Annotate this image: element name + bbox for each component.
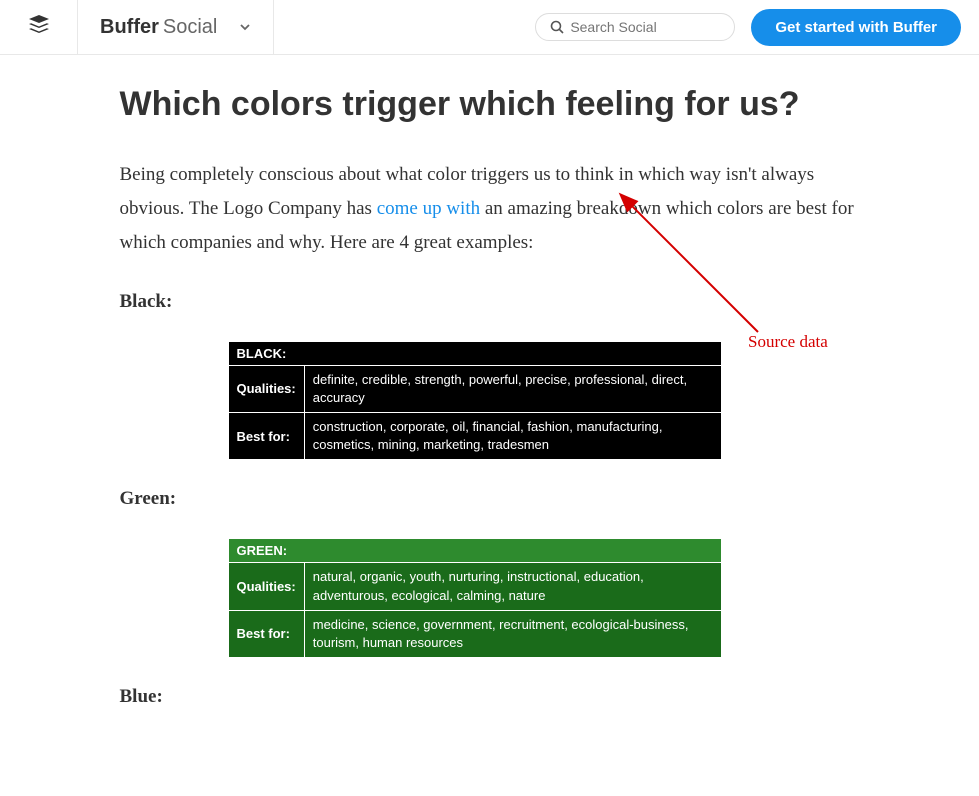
black-table-wrap: BLACK: Qualities: definite, credible, st… — [228, 341, 722, 461]
intro-paragraph: Being completely conscious about what co… — [120, 158, 860, 261]
search-input[interactable] — [570, 19, 720, 35]
green-table-header: GREEN: — [228, 539, 721, 563]
search-icon — [550, 20, 564, 34]
brand-section: Social — [163, 16, 217, 39]
green-bestfor-value: medicine, science, government, recruitme… — [304, 610, 721, 657]
black-qualities-value: definite, credible, strength, powerful, … — [304, 365, 721, 412]
top-navigation: Buffer Social Get started with Buffer — [0, 0, 979, 55]
black-bestfor-label: Best for: — [228, 412, 304, 459]
green-table-wrap: GREEN: Qualities: natural, organic, yout… — [228, 538, 722, 658]
annotation-text: Source data — [748, 332, 828, 352]
article-content: Which colors trigger which feeling for u… — [120, 55, 860, 796]
black-label: Black: — [120, 291, 860, 313]
brand-name: Buffer — [100, 16, 159, 39]
chevron-down-icon — [239, 21, 251, 33]
green-qualities-label: Qualities: — [228, 563, 304, 610]
blue-label: Blue: — [120, 686, 860, 708]
brand-dropdown[interactable]: Buffer Social — [78, 0, 274, 54]
logo-cell — [0, 0, 78, 54]
black-table: BLACK: Qualities: definite, credible, st… — [228, 341, 722, 461]
get-started-button[interactable]: Get started with Buffer — [751, 9, 961, 46]
green-label: Green: — [120, 488, 860, 510]
search-box[interactable] — [535, 13, 735, 41]
green-qualities-value: natural, organic, youth, nurturing, inst… — [304, 563, 721, 610]
source-link[interactable]: come up with — [377, 198, 480, 219]
green-table: GREEN: Qualities: natural, organic, yout… — [228, 538, 722, 658]
green-bestfor-label: Best for: — [228, 610, 304, 657]
black-table-header: BLACK: — [228, 341, 721, 365]
buffer-logo-icon[interactable] — [27, 13, 51, 42]
black-qualities-label: Qualities: — [228, 365, 304, 412]
black-bestfor-value: construction, corporate, oil, financial,… — [304, 412, 721, 459]
article-heading: Which colors trigger which feeling for u… — [120, 85, 860, 124]
